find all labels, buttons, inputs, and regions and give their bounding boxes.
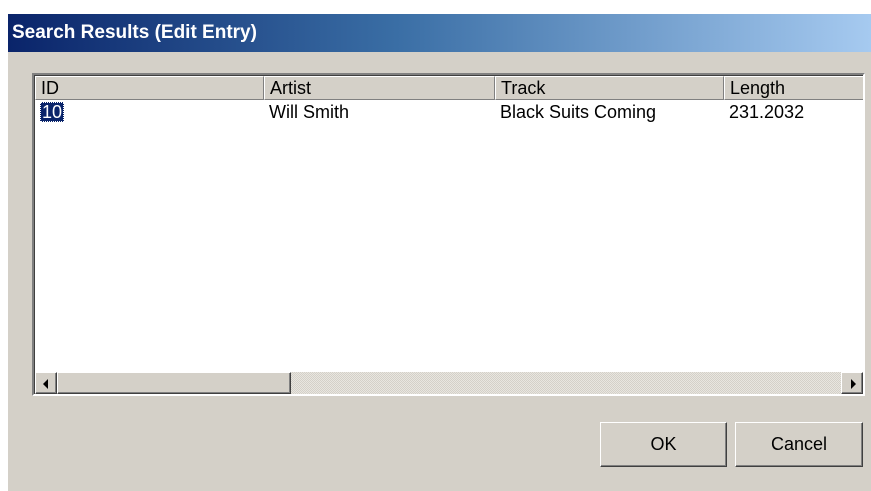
- results-list-view[interactable]: ID Artist Track Length 10 Will Smith Bla…: [32, 73, 865, 396]
- table-row[interactable]: 10 Will Smith Black Suits Coming 231.203…: [35, 100, 863, 124]
- column-header-artist[interactable]: Artist: [264, 76, 495, 100]
- scroll-right-arrow-icon: [851, 379, 856, 389]
- column-header-id[interactable]: ID: [35, 76, 264, 100]
- scroll-left-button[interactable]: [35, 372, 57, 394]
- cell-track: Black Suits Coming: [500, 102, 657, 122]
- cell-id: 10: [40, 102, 65, 122]
- column-header-row: ID Artist Track Length: [35, 76, 863, 100]
- horizontal-scrollbar[interactable]: [35, 372, 863, 394]
- cancel-button[interactable]: Cancel: [735, 422, 863, 467]
- cell-artist: Will Smith: [269, 102, 349, 122]
- scroll-right-button[interactable]: [841, 372, 863, 394]
- dialog-title: Search Results (Edit Entry): [8, 14, 871, 52]
- scrollbar-thumb[interactable]: [57, 372, 291, 394]
- ok-button[interactable]: OK: [600, 422, 727, 467]
- column-header-track[interactable]: Track: [495, 76, 724, 100]
- scroll-left-arrow-icon: [43, 379, 48, 389]
- cell-length: 231.2032: [729, 102, 805, 122]
- search-results-dialog: Search Results (Edit Entry) ID Artist Tr…: [8, 14, 871, 491]
- column-header-length[interactable]: Length: [724, 76, 863, 100]
